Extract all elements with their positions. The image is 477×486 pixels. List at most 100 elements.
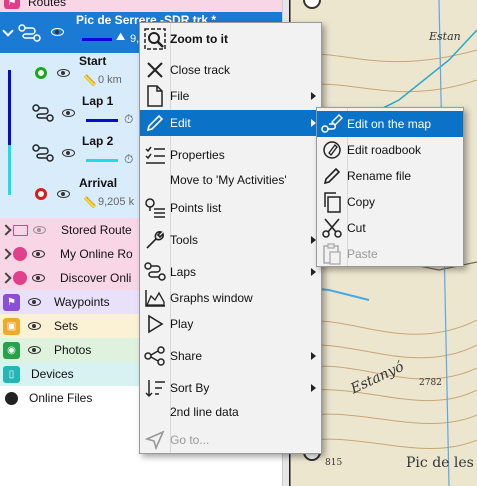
routes-header[interactable]: ⚑ Routes	[0, 0, 282, 12]
visibility-eye-icon[interactable]	[28, 322, 41, 330]
menu-item-points-list[interactable]: Points list	[140, 195, 321, 221]
point-distance: 9,205 k	[98, 196, 135, 208]
graph-icon	[140, 285, 170, 311]
folder-label: My Online Ro	[60, 247, 133, 261]
menu-item-graphs-window[interactable]: Graphs window	[140, 285, 321, 311]
visibility-eye-icon[interactable]	[32, 274, 45, 282]
collapsed-chevron-icon[interactable]	[0, 224, 12, 236]
menu-item-label: Points list	[170, 201, 222, 215]
menu-item-2nd-line-data[interactable]: 2nd line data	[140, 399, 321, 425]
menu-item-label: Share	[170, 349, 203, 363]
menu-icon-placeholder	[140, 399, 170, 425]
expanded-chevron-icon[interactable]	[2, 25, 14, 37]
visibility-eye-icon[interactable]	[51, 28, 64, 36]
edit-map-icon	[317, 111, 347, 137]
category-label: Online Files	[29, 391, 93, 405]
waypoint-icon: ⚑	[3, 293, 20, 311]
lap1-color-bar	[8, 70, 11, 145]
file-icon	[140, 83, 170, 109]
menu-item-label: Go to...	[170, 433, 210, 447]
folder-label: Stored Route	[61, 223, 132, 237]
folder-label: Discover Onli	[60, 271, 132, 285]
submenu-item-edit-roadbook[interactable]: Edit roadbook	[317, 137, 463, 163]
menu-item-go-to[interactable]: Go to...	[140, 427, 321, 453]
visibility-eye-icon[interactable]	[32, 250, 45, 258]
menu-item-label: Zoom to it	[170, 32, 228, 46]
navigate-icon	[140, 427, 170, 453]
menu-item-move-to-activities[interactable]: Move to 'My Activities'	[140, 167, 321, 193]
submenu-arrow-icon	[311, 92, 316, 100]
visibility-eye-icon[interactable]	[62, 109, 75, 117]
zoom-icon	[140, 26, 170, 52]
submenu-item-label: Rename file	[347, 169, 412, 183]
map-label: Pic de les	[406, 455, 474, 471]
route-icon: ⚑	[4, 0, 20, 9]
menu-item-label: Close track	[170, 63, 231, 77]
visibility-eye-icon[interactable]	[28, 298, 41, 306]
folder-icon	[13, 224, 28, 236]
paste-icon	[317, 241, 347, 267]
copy-icon	[317, 189, 347, 215]
menu-item-properties[interactable]: Properties	[140, 142, 321, 168]
menu-item-label: Graphs window	[170, 291, 253, 305]
point-distance: 0 km	[98, 74, 122, 86]
point-title: Arrival	[79, 176, 118, 190]
collapsed-chevron-icon[interactable]	[0, 248, 12, 260]
collapsed-chevron-icon[interactable]	[0, 272, 12, 284]
context-menu: Zoom to it Close track File Edit Propert…	[139, 22, 322, 454]
menu-item-label: 2nd line data	[170, 405, 239, 419]
menu-item-sort-by[interactable]: Sort By	[140, 375, 321, 401]
submenu-item-edit-on-map[interactable]: Edit on the map	[317, 111, 463, 137]
category-label: Sets	[54, 319, 79, 333]
camera-icon: ◉	[3, 341, 20, 359]
start-marker-icon	[35, 67, 47, 79]
menu-item-label: Play	[170, 317, 194, 331]
timer-icon: ⏱	[124, 152, 134, 166]
menu-item-tools[interactable]: Tools	[140, 227, 321, 253]
track-distance: 9,	[130, 33, 140, 45]
lap-title: Lap 1	[82, 94, 114, 108]
visibility-eye-icon[interactable]	[57, 190, 70, 198]
submenu-item-cut[interactable]: Cut	[317, 215, 463, 241]
menu-item-file[interactable]: File	[140, 83, 321, 109]
visibility-eye-icon[interactable]	[28, 346, 41, 354]
submenu-item-label: Edit on the map	[347, 117, 432, 131]
device-icon: ▯	[3, 365, 20, 383]
submenu-arrow-icon	[311, 384, 316, 392]
map-label: 815	[325, 458, 343, 468]
category-label: Photos	[54, 343, 92, 357]
submenu-item-label: Cut	[347, 221, 366, 235]
globe-icon	[13, 271, 27, 285]
track-line-swatch	[82, 38, 112, 41]
visibility-eye-icon[interactable]	[57, 69, 70, 77]
menu-item-close-track[interactable]: Close track	[140, 57, 321, 83]
visibility-eye-icon[interactable]	[62, 149, 75, 157]
submenu-arrow-icon	[311, 268, 316, 276]
lap-title: Lap 2	[82, 134, 114, 148]
visibility-eye-off-icon[interactable]	[33, 226, 46, 234]
menu-item-zoom-to-it[interactable]: Zoom to it	[140, 26, 321, 52]
scissors-icon	[317, 215, 347, 241]
track-icon	[18, 24, 41, 42]
lap-icon	[32, 144, 54, 162]
menu-item-play[interactable]: Play	[140, 311, 321, 337]
share-icon	[140, 343, 170, 369]
menu-item-label: Properties	[170, 148, 225, 162]
laps-icon	[140, 259, 170, 285]
submenu-item-copy[interactable]: Copy	[317, 189, 463, 215]
menu-item-share[interactable]: Share	[140, 343, 321, 369]
menu-item-label: Laps	[170, 265, 197, 279]
close-icon	[140, 57, 170, 83]
menu-item-laps[interactable]: Laps	[140, 259, 321, 285]
menu-item-edit[interactable]: Edit	[140, 110, 321, 136]
lap-line-swatch	[86, 119, 118, 122]
lap-icon	[32, 104, 54, 122]
lap-line-swatch	[86, 159, 118, 162]
submenu-item-rename-file[interactable]: Rename file	[317, 163, 463, 189]
wrench-icon	[140, 227, 170, 253]
submenu-item-paste[interactable]: Paste	[317, 241, 463, 267]
category-label: Waypoints	[54, 295, 110, 309]
timer-icon: ⏱	[124, 112, 134, 126]
pencil-icon	[140, 110, 170, 136]
menu-item-label: File	[170, 89, 190, 103]
